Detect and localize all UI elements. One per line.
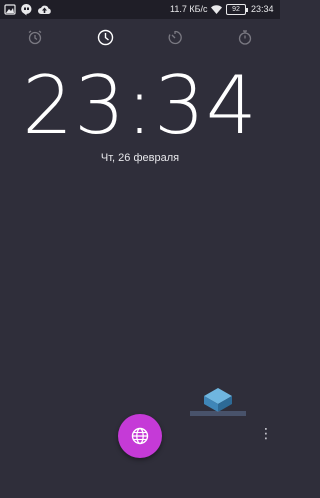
status-time: 23:34	[251, 4, 274, 14]
stopwatch-icon	[238, 30, 252, 45]
battery-indicator: 92	[226, 4, 248, 15]
cloud-upload-icon	[38, 5, 51, 14]
world-clock-button[interactable]	[118, 414, 162, 458]
network-speed: 11.7 КБ/с	[170, 4, 208, 14]
battery-level: 92	[232, 6, 240, 13]
current-time: 23:34	[22, 59, 258, 152]
gallery-icon	[4, 4, 16, 15]
stopwatch-tab[interactable]	[236, 28, 254, 46]
clock-tab[interactable]	[96, 28, 114, 46]
alarm-icon	[28, 30, 42, 45]
hangouts-icon	[21, 3, 32, 16]
watermark-logo	[190, 388, 246, 416]
wifi-icon	[211, 5, 222, 14]
clock-screen: 11.7 КБ/с 92 23:34 23:34 Чт, 26 февраля …	[0, 0, 280, 498]
more-options-button[interactable]: ⋮	[258, 426, 274, 445]
timer-icon	[168, 30, 182, 45]
more-dots-icon: ⋮	[259, 426, 273, 442]
clock-icon	[97, 29, 113, 45]
current-date: Чт, 26 февраля	[100, 152, 180, 164]
globe-icon	[131, 427, 149, 445]
timer-tab[interactable]	[166, 28, 184, 46]
status-bar: 11.7 КБ/с 92 23:34	[0, 0, 280, 19]
alarm-tab[interactable]	[26, 28, 44, 46]
